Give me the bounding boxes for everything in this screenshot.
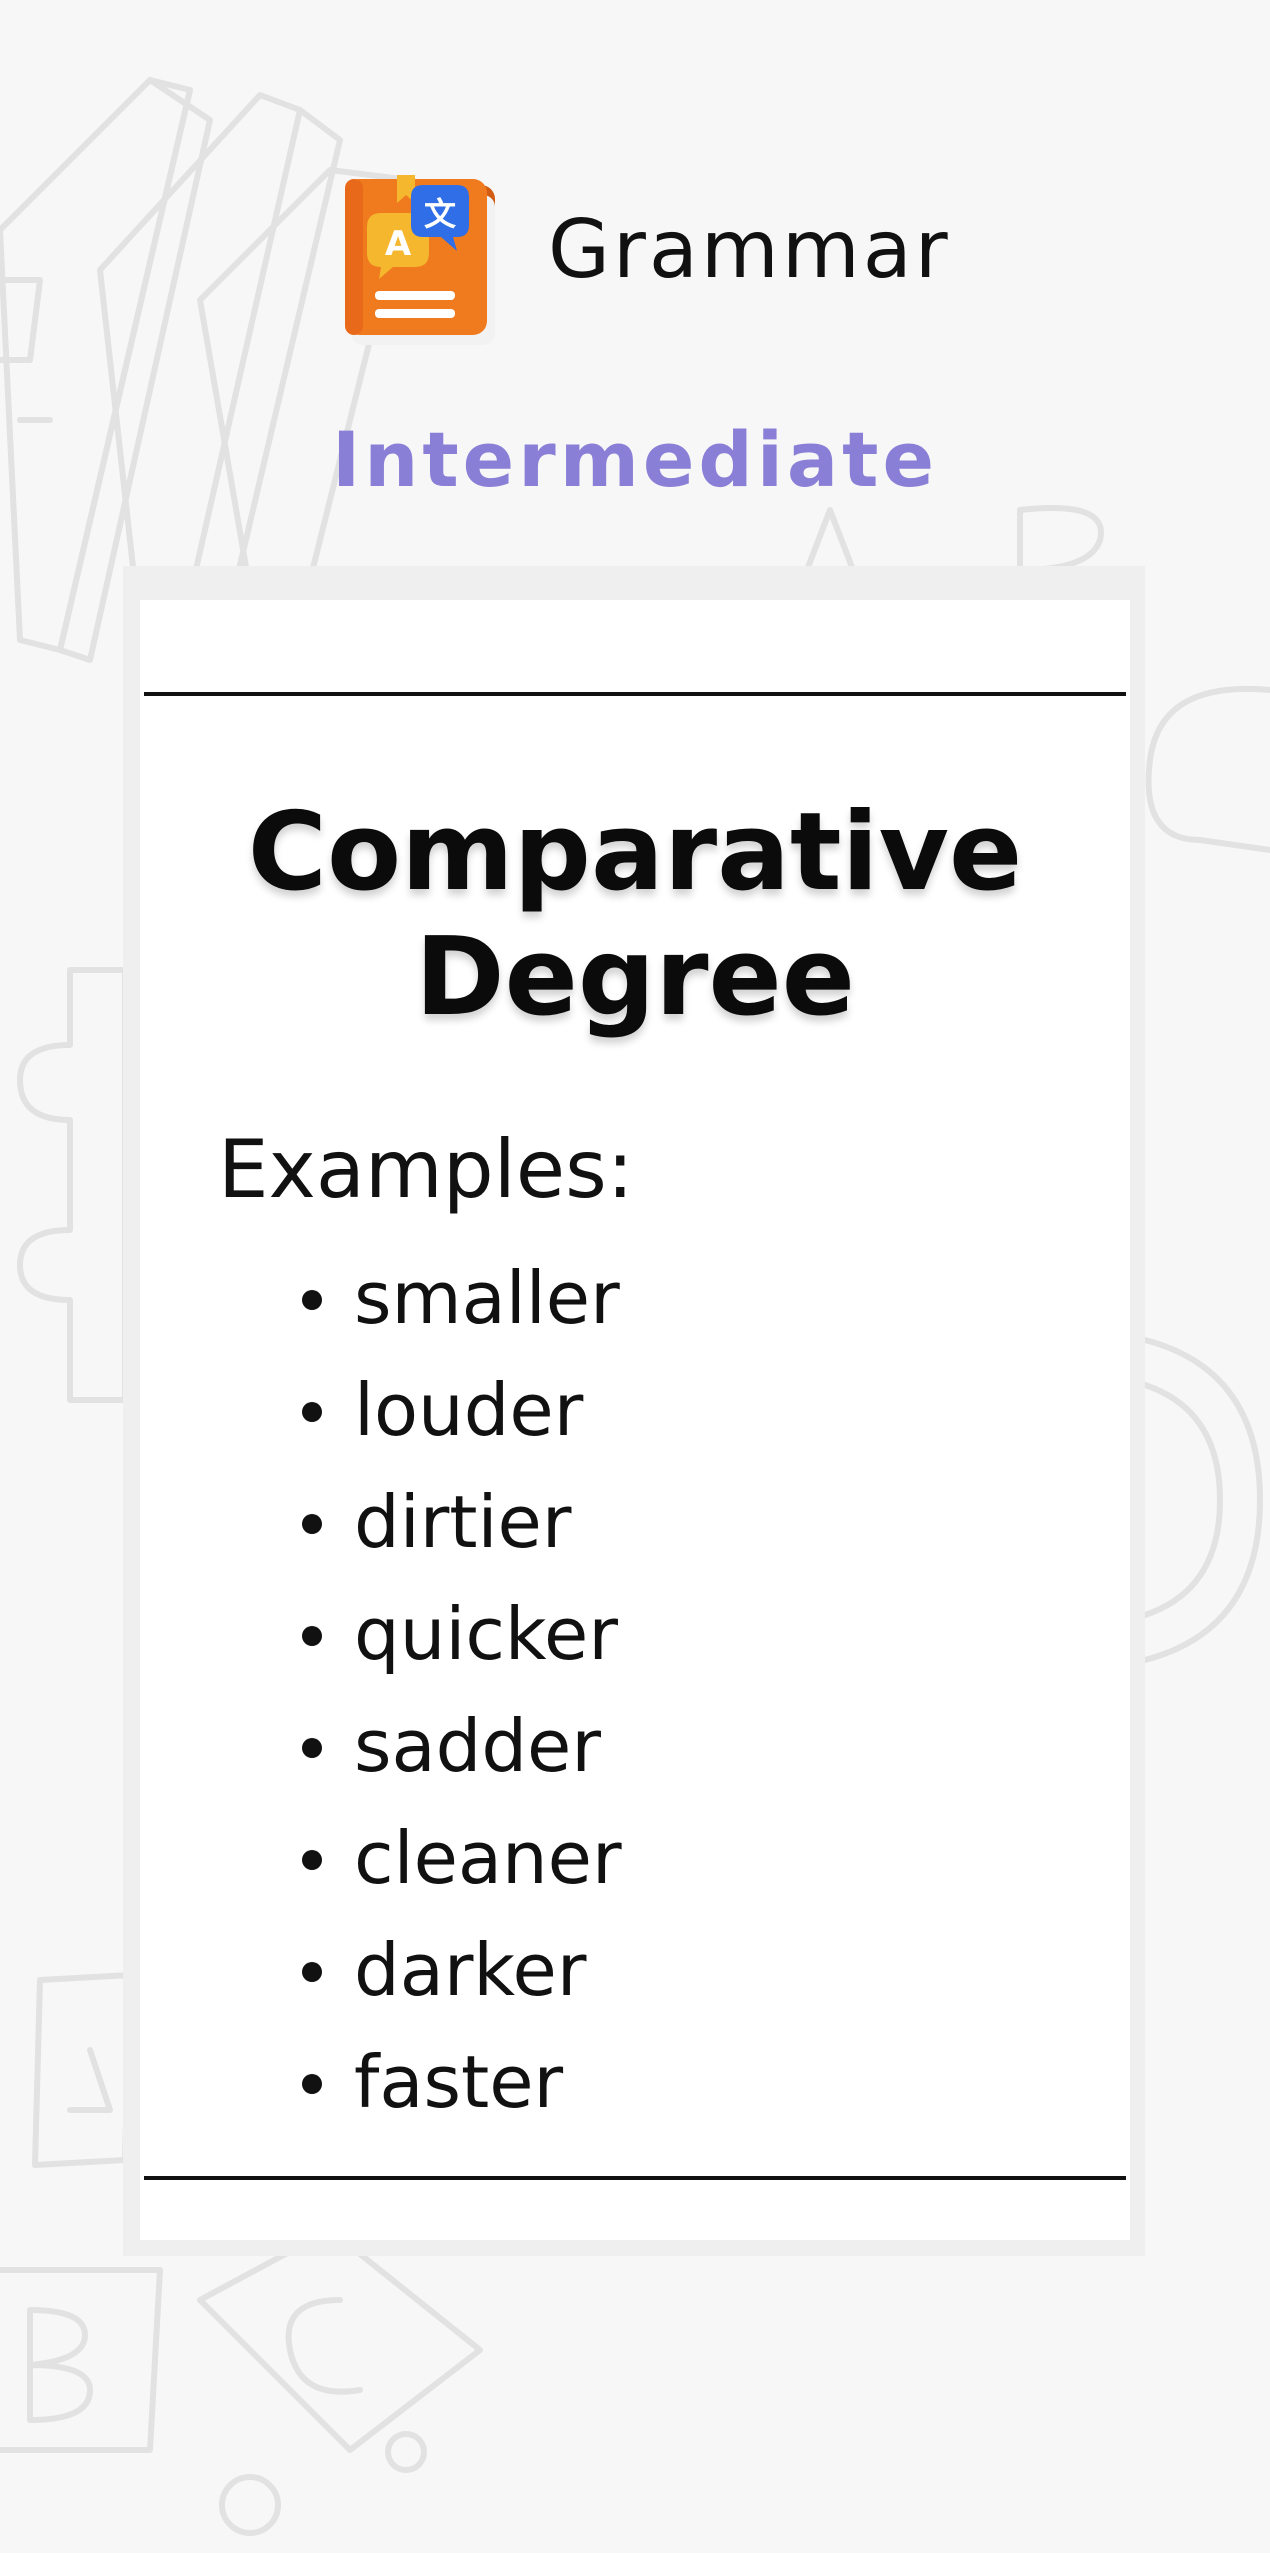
bullet-icon xyxy=(302,2074,322,2094)
svg-text:A: A xyxy=(385,224,412,264)
example-word: cleaner xyxy=(354,1816,622,1900)
list-item: quicker xyxy=(300,1584,622,1696)
list-item: cleaner xyxy=(300,1808,622,1920)
divider-top xyxy=(144,692,1126,696)
example-word: quicker xyxy=(354,1592,618,1676)
examples-label: Examples: xyxy=(218,1123,634,1216)
list-item: sadder xyxy=(300,1696,622,1808)
level-label: Intermediate xyxy=(331,415,939,504)
bullet-icon xyxy=(302,1850,322,1870)
example-word: dirtier xyxy=(354,1480,572,1564)
bullet-icon xyxy=(302,1962,322,1982)
svg-text:文: 文 xyxy=(424,195,456,233)
bullet-icon xyxy=(302,1626,322,1646)
bullet-icon xyxy=(302,1402,322,1422)
list-item: dirtier xyxy=(300,1472,622,1584)
bullet-icon xyxy=(302,1738,322,1758)
app-title: Grammar xyxy=(548,203,951,296)
list-item: louder xyxy=(300,1360,622,1472)
examples-list: smaller louder dirtier quicker sadder cl… xyxy=(300,1248,622,2144)
header: A 文 Grammar Intermediate xyxy=(0,0,1270,560)
list-item: smaller xyxy=(300,1248,622,1360)
example-word: smaller xyxy=(354,1256,620,1340)
list-item: faster xyxy=(300,2032,622,2144)
grammar-book-translate-icon: A 文 xyxy=(345,175,505,350)
list-item: darker xyxy=(300,1920,622,2032)
divider-bottom xyxy=(144,2176,1126,2180)
bullet-icon xyxy=(302,1514,322,1534)
example-word: louder xyxy=(354,1368,584,1452)
card-title: Comparative Degree xyxy=(247,790,1023,1040)
example-word: darker xyxy=(354,1928,587,2012)
bullet-icon xyxy=(302,1290,322,1310)
example-word: sadder xyxy=(354,1704,601,1788)
example-word: faster xyxy=(354,2040,564,2124)
